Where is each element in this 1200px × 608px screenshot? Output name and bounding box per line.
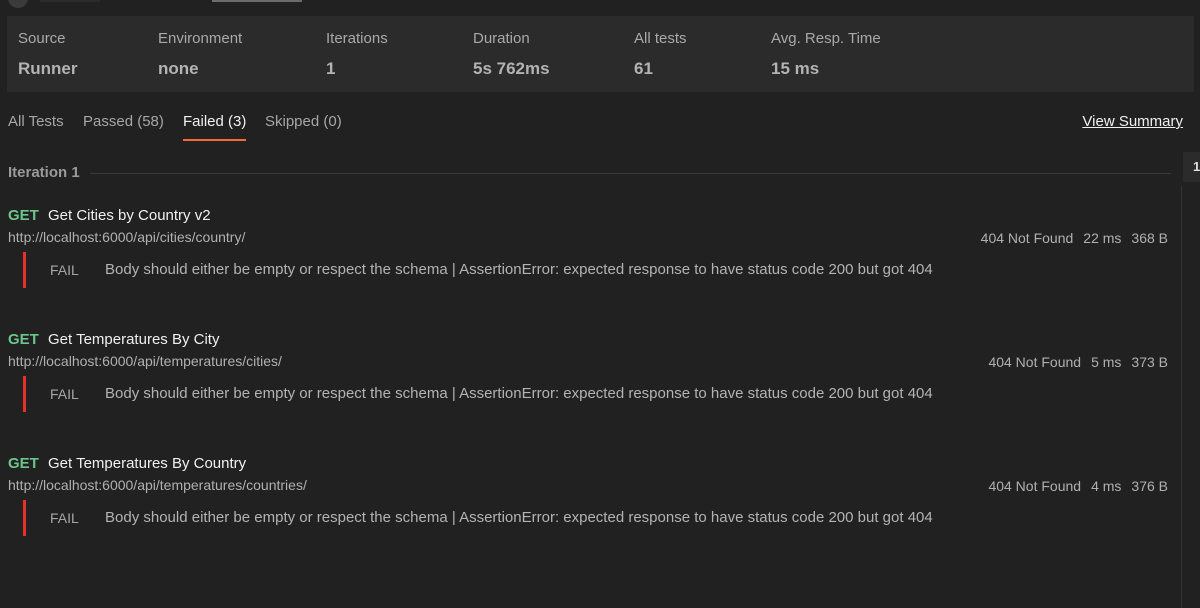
fail-indicator-bar: [23, 376, 26, 412]
stat-value: Runner: [18, 59, 78, 78]
request-item[interactable]: GET Get Temperatures By Country http://l…: [8, 454, 1168, 564]
iteration-nav-tab[interactable]: 1: [1183, 152, 1200, 182]
fail-indicator-bar: [23, 252, 26, 288]
test-result-row: FAIL Body should either be empty or resp…: [23, 500, 1123, 536]
stat-iterations: Iterations 1: [326, 30, 388, 79]
stat-value: 61: [634, 59, 653, 78]
stat-value: none: [158, 59, 199, 78]
runner-results-page: Source Runner Environment none Iteration…: [0, 0, 1200, 608]
stat-label: Iterations: [326, 30, 388, 47]
stat-all-tests: All tests 61: [634, 30, 687, 79]
stat-environment: Environment none: [158, 30, 242, 79]
stat-avg-resp-time: Avg. Resp. Time 15 ms: [771, 30, 881, 79]
test-message: Body should either be empty or respect t…: [105, 509, 933, 526]
stat-label: All tests: [634, 30, 687, 47]
response-meta: 404 Not Found 22 ms 368 B: [981, 228, 1168, 248]
response-size: 376 B: [1131, 478, 1168, 494]
stat-label: Duration: [473, 30, 530, 47]
test-status-label: FAIL: [50, 262, 79, 278]
tab-skipped[interactable]: Skipped (0): [265, 112, 342, 132]
response-status: 404 Not Found: [988, 354, 1082, 370]
request-name[interactable]: Get Cities by Country v2: [48, 206, 211, 226]
toolbar-input-cropped[interactable]: [212, 0, 302, 2]
request-url: http://localhost:6000/api/temperatures/c…: [8, 477, 307, 493]
fail-indicator-bar: [23, 500, 26, 536]
top-toolbar-cropped: [0, 0, 1200, 8]
request-method: GET: [8, 207, 39, 224]
avatar[interactable]: [8, 0, 28, 8]
tab-passed[interactable]: Passed (58): [83, 112, 164, 132]
response-meta: 404 Not Found 5 ms 373 B: [988, 352, 1168, 372]
stat-value: 15 ms: [771, 59, 820, 78]
response-status: 404 Not Found: [988, 478, 1082, 494]
run-summary-bar: Source Runner Environment none Iteration…: [7, 16, 1194, 92]
request-name[interactable]: Get Temperatures By City: [48, 330, 219, 350]
request-item[interactable]: GET Get Temperatures By City http://loca…: [8, 330, 1168, 440]
response-size: 373 B: [1131, 354, 1168, 370]
request-url: http://localhost:6000/api/temperatures/c…: [8, 353, 282, 369]
request-method: GET: [8, 331, 39, 348]
response-time: 5 ms: [1091, 354, 1122, 370]
iteration-label: Iteration 1: [8, 164, 80, 181]
request-method: GET: [8, 455, 39, 472]
stat-label: Avg. Resp. Time: [771, 30, 881, 47]
iteration-nav-divider: [1181, 186, 1182, 608]
stat-duration: Duration 5s 762ms: [473, 30, 550, 79]
stat-value: 5s 762ms: [473, 59, 550, 78]
view-summary-link[interactable]: View Summary: [1082, 112, 1183, 132]
stat-label: Environment: [158, 30, 243, 47]
test-status-label: FAIL: [50, 510, 79, 526]
test-status-label: FAIL: [50, 386, 79, 402]
stat-source: Source Runner: [18, 30, 78, 79]
tab-all-tests[interactable]: All Tests: [8, 112, 64, 132]
response-meta: 404 Not Found 4 ms 376 B: [988, 476, 1168, 496]
stat-label: Source: [18, 30, 66, 47]
response-time: 22 ms: [1083, 230, 1122, 246]
response-size: 368 B: [1131, 230, 1168, 246]
test-message: Body should either be empty or respect t…: [105, 261, 933, 278]
test-result-row: FAIL Body should either be empty or resp…: [23, 376, 1123, 412]
iteration-header: Iteration 1: [8, 163, 1171, 183]
response-status: 404 Not Found: [980, 230, 1074, 246]
test-message: Body should either be empty or respect t…: [105, 385, 933, 402]
response-time: 4 ms: [1091, 478, 1122, 494]
test-result-row: FAIL Body should either be empty or resp…: [23, 252, 1123, 288]
iteration-divider: [90, 173, 1171, 174]
request-item[interactable]: GET Get Cities by Country v2 http://loca…: [8, 206, 1168, 316]
tab-failed[interactable]: Failed (3): [183, 112, 247, 141]
request-url: http://localhost:6000/api/cities/country…: [8, 229, 246, 245]
toolbar-text-cropped: [40, 0, 100, 2]
request-name[interactable]: Get Temperatures By Country: [48, 454, 246, 474]
stat-value: 1: [326, 59, 336, 78]
